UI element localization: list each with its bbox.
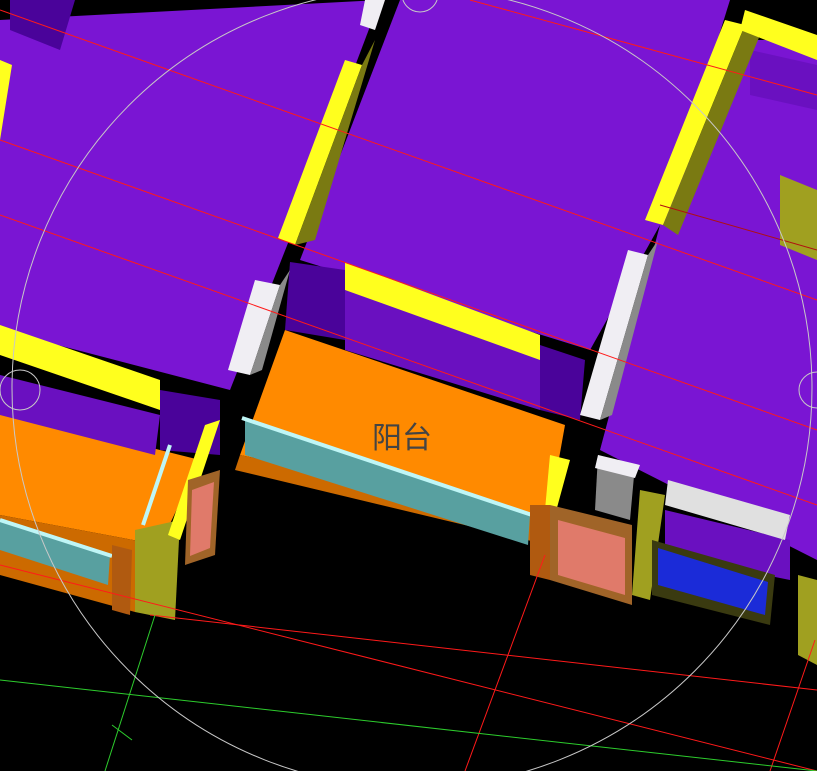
model-viewport[interactable]: 阳台: [0, 0, 817, 771]
wall-face-center: [285, 262, 345, 340]
balcony-room-label: 阳台: [372, 421, 432, 456]
beam-right-low: [798, 575, 817, 665]
frame-post-left: [112, 545, 132, 615]
